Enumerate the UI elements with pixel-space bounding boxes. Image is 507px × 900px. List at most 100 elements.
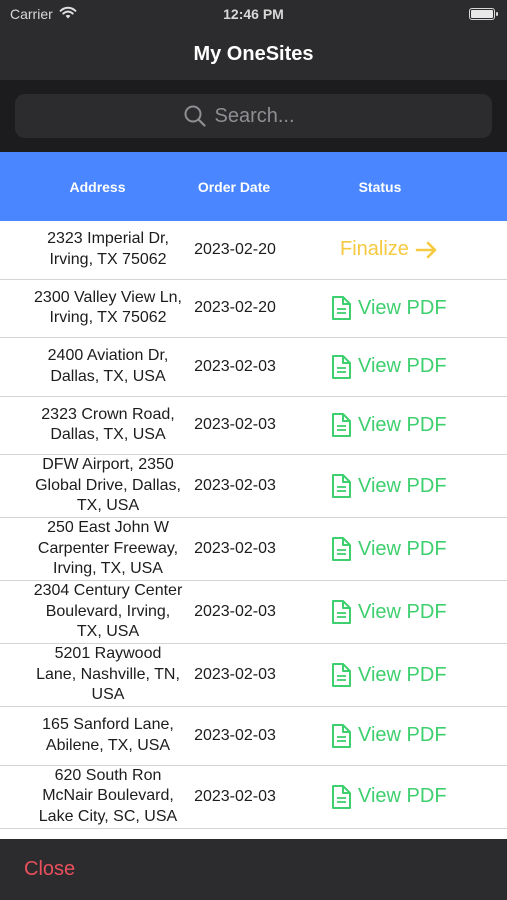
view-pdf-label: View PDF [358,413,447,436]
orders-table[interactable]: 2323 Imperial Dr, Irving, TX 75062 2023-… [0,221,507,839]
document-icon [330,662,352,688]
table-row[interactable]: 5201 Raywood Lane, Nashville, TN, USA 20… [0,644,507,707]
view-pdf-button[interactable]: View PDF [330,518,447,580]
order-date-cell: 2023-02-03 [194,666,276,683]
address-line: DFW Airport, 2350 [42,456,174,474]
table-row[interactable]: 2400 Aviation Dr, Dallas, TX, USA 2023-0… [0,338,507,397]
address-cell: 2400 Aviation Dr, Dallas, TX, USA [0,346,216,387]
document-icon [330,473,352,499]
view-pdf-button[interactable]: View PDF [330,280,447,338]
address-cell: DFW Airport, 2350 Global Drive, Dallas, … [0,455,216,517]
search-bar[interactable] [15,94,492,138]
address-line: Carpenter Freeway, [37,539,179,557]
document-icon [330,599,352,625]
arrow-right-icon [415,240,439,260]
order-date-cell: 2023-02-20 [194,299,276,317]
address-line: Dallas, TX, USA [50,367,166,385]
document-icon [330,412,352,438]
address-line: 620 South Ron [54,766,162,784]
page-title: My OneSites [193,42,314,65]
search-input[interactable] [214,104,325,128]
address-cell: 620 South Ron McNair Boulevard, Lake Cit… [0,766,216,828]
navigation-bar: My OneSites [0,28,507,80]
address-line: TX, USA [76,497,140,515]
order-date-cell: 2023-02-03 [194,787,276,805]
view-pdf-label: View PDF [358,600,447,623]
order-date-cell: 2023-02-03 [194,726,276,744]
view-pdf-label: View PDF [358,724,447,747]
view-pdf-button[interactable]: View PDF [330,397,447,455]
view-pdf-button[interactable]: View PDF [330,707,447,765]
address-line: Dallas, TX, USA [50,426,166,444]
view-pdf-button[interactable]: View PDF [330,766,447,828]
finalize-label: Finalize [340,238,409,261]
document-icon [330,295,352,321]
address-line: 2400 Aviation Dr, [47,347,169,365]
document-icon [330,354,352,380]
address-line: TX, USA [76,623,140,641]
address-cell: 5201 Raywood Lane, Nashville, TN, USA [0,644,216,706]
finalize-button[interactable]: Finalize [340,221,439,279]
order-date-cell: 2023-02-03 [194,540,276,557]
address-line: Global Drive, Dallas, [35,476,181,494]
address-cell: 2323 Imperial Dr, Irving, TX 75062 [0,229,216,270]
document-icon [330,723,352,749]
footer-bar: Close [0,839,507,900]
order-date-cell: 2023-02-20 [194,240,276,258]
view-pdf-label: View PDF [358,663,447,686]
address-line: 2323 Crown Road, [41,405,175,423]
view-pdf-label: View PDF [358,355,447,378]
table-row[interactable]: 250 East John W Carpenter Freeway, Irvin… [0,518,507,581]
document-icon [330,784,352,810]
order-date-cell: 2023-02-03 [194,477,276,494]
table-row[interactable]: 2300 Valley View Ln, Irving, TX 75062 20… [0,279,507,338]
address-line: Boulevard, Irving, [45,602,171,620]
document-icon [330,536,352,562]
address-line: Irving, TX 75062 [49,250,167,268]
table-header: Address Order Date Status [0,152,507,221]
address-line: 2304 Century Center [33,582,183,600]
address-line: 2300 Valley View Ln, [34,288,182,306]
view-pdf-label: View PDF [358,474,447,497]
view-pdf-button[interactable]: View PDF [330,644,447,706]
view-pdf-label: View PDF [358,296,447,319]
view-pdf-button[interactable]: View PDF [330,338,447,396]
battery-icon [469,8,498,20]
table-row[interactable]: 2323 Imperial Dr, Irving, TX 75062 2023-… [0,221,507,280]
table-row[interactable]: 165 Sanford Lane, Abilene, TX, USA 2023-… [0,707,507,766]
address-cell: 165 Sanford Lane, Abilene, TX, USA [0,715,216,756]
table-row[interactable]: 2304 Century Center Boulevard, Irving, T… [0,581,507,644]
view-pdf-button[interactable]: View PDF [330,581,447,643]
address-line: Irving, TX 75062 [49,309,167,327]
view-pdf-button[interactable]: View PDF [330,455,447,517]
status-time: 12:46 PM [223,6,284,22]
table-row[interactable]: DFW Airport, 2350 Global Drive, Dallas, … [0,455,507,518]
order-date-cell: 2023-02-03 [194,603,276,620]
address-line: Irving, TX, USA [53,560,163,578]
address-cell: 2323 Crown Road, Dallas, TX, USA [0,405,216,446]
view-pdf-label: View PDF [358,785,447,807]
order-date-cell: 2023-02-03 [194,357,276,375]
address-cell: 250 East John W Carpenter Freeway, Irvin… [0,518,216,580]
search-icon [183,104,207,128]
column-header-address: Address [69,178,126,195]
view-pdf-label: View PDF [358,537,447,560]
order-date-cell: 2023-02-03 [194,416,276,434]
search-area [0,80,507,152]
address-line: 165 Sanford Lane, [42,716,174,734]
column-header-status: Status [358,178,402,195]
close-button[interactable]: Close [24,858,75,881]
address-line: USA [91,686,125,704]
status-bar: Carrier 12:46 PM [0,0,507,28]
address-line: Lane, Nashville, TN, [36,665,180,683]
table-row[interactable]: 620 South Ron McNair Boulevard, Lake Cit… [0,765,507,829]
address-line: 2323 Imperial Dr, [47,230,169,248]
address-line: Abilene, TX, USA [45,736,171,754]
address-cell: 2304 Century Center Boulevard, Irving, T… [0,581,216,643]
address-cell: 2300 Valley View Ln, Irving, TX 75062 [0,288,216,329]
address-line: McNair Boulevard, [42,787,174,805]
address-line: 5201 Raywood [54,645,162,663]
column-header-order-date: Order Date [197,178,271,195]
table-row[interactable]: 2323 Crown Road, Dallas, TX, USA 2023-02… [0,396,507,455]
address-line: Lake City, SC, USA [38,807,178,825]
